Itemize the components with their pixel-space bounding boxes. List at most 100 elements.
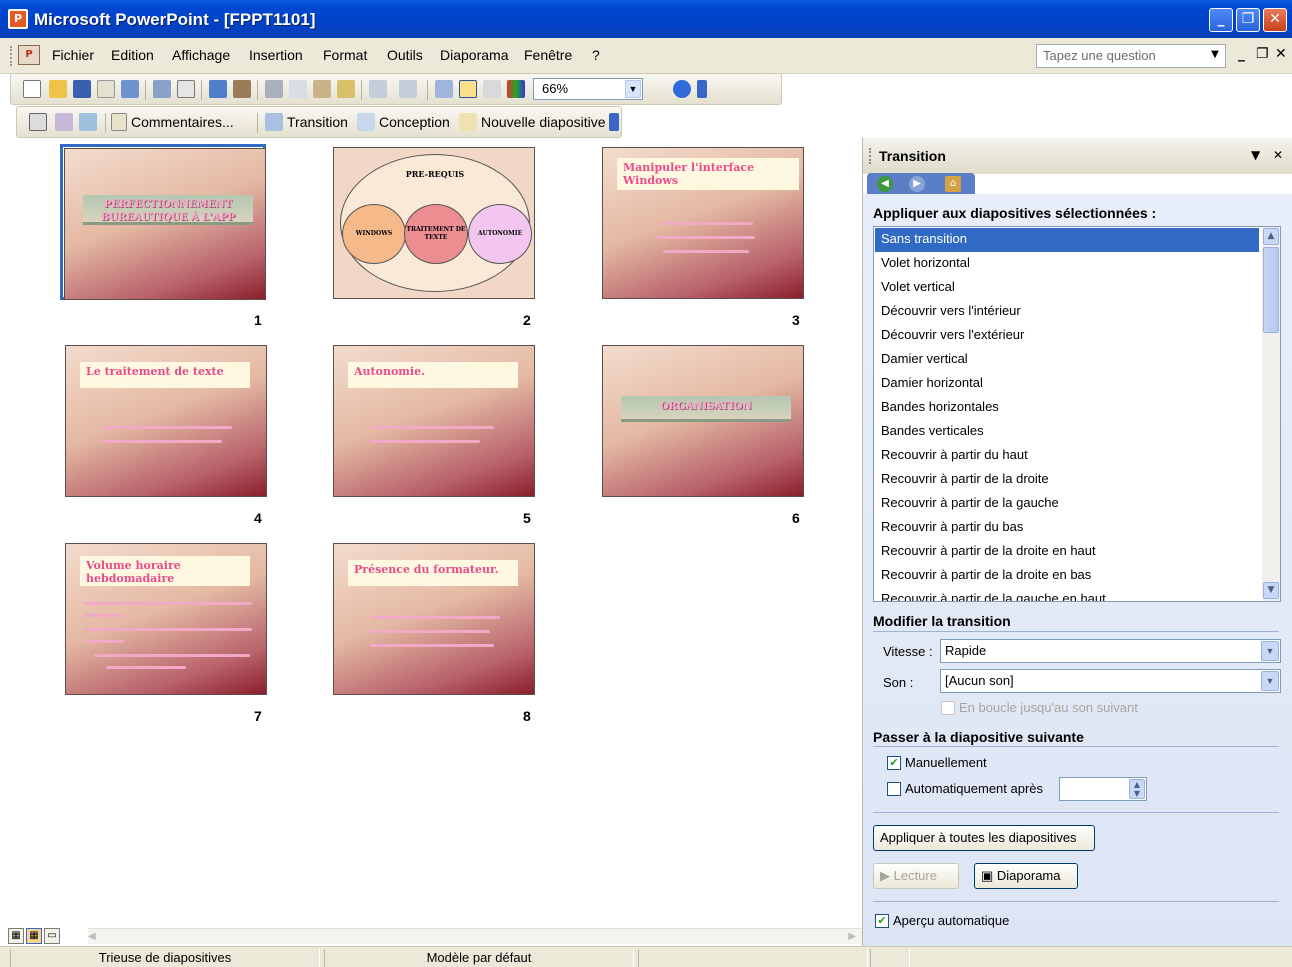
chevron-down-icon[interactable]: ▼ bbox=[1261, 641, 1279, 661]
play-button[interactable]: ▶ Lecture bbox=[873, 863, 959, 889]
scroll-thumb[interactable] bbox=[1263, 247, 1279, 333]
menu-affichage[interactable]: Affichage bbox=[172, 47, 230, 63]
menu-insertion[interactable]: Insertion bbox=[249, 47, 303, 63]
slide-thumbnail-5[interactable]: Autonomie. bbox=[332, 344, 538, 500]
open-icon[interactable] bbox=[49, 80, 67, 98]
color-grayscale-icon[interactable] bbox=[507, 80, 525, 98]
ask-dropdown-icon[interactable]: ▼ bbox=[1208, 47, 1222, 63]
transition-icon[interactable] bbox=[265, 113, 283, 131]
transition-option[interactable]: Damier vertical bbox=[875, 348, 1259, 372]
menu-grip[interactable] bbox=[10, 46, 13, 66]
paste-icon[interactable] bbox=[313, 80, 331, 98]
powerpoint-app-icon[interactable]: P bbox=[8, 9, 28, 29]
horizontal-scrollbar[interactable]: ◀ ▶ bbox=[88, 928, 862, 944]
transition-option[interactable]: Recouvrir à partir de la droite bbox=[875, 468, 1259, 492]
chevron-down-icon[interactable]: ▼ bbox=[1261, 671, 1279, 691]
slide-thumbnail-4[interactable]: Le traitement de texte bbox=[64, 344, 270, 500]
expand-all-icon[interactable] bbox=[435, 80, 453, 98]
preview-checkbox[interactable]: ✔ bbox=[875, 914, 889, 928]
transition-option[interactable]: Bandes verticales bbox=[875, 420, 1259, 444]
transition-option[interactable]: Découvrir vers l'intérieur bbox=[875, 300, 1259, 324]
doc-restore-icon[interactable]: ❐ bbox=[1256, 46, 1269, 62]
scroll-down-icon[interactable]: ▼ bbox=[1263, 582, 1279, 599]
menu-outils[interactable]: Outils bbox=[387, 47, 423, 63]
copy-icon[interactable] bbox=[289, 80, 307, 98]
close-button[interactable]: ✕ bbox=[1263, 8, 1287, 32]
scroll-right-icon[interactable]: ▶ bbox=[848, 931, 856, 942]
slide-thumbnail-3[interactable]: Manipuler l'interface Windows bbox=[601, 146, 807, 302]
back-icon[interactable]: ◀ bbox=[877, 176, 893, 192]
zoom-select[interactable]: 66% ▼ bbox=[533, 78, 643, 100]
format-painter-icon[interactable] bbox=[337, 80, 355, 98]
new-slide-button[interactable]: Nouvelle diapositive bbox=[481, 114, 606, 130]
transition-listbox[interactable]: Sans transition Volet horizontal Volet v… bbox=[873, 226, 1281, 602]
menu-fichier[interactable]: Fichier bbox=[52, 47, 94, 63]
pane-grip[interactable] bbox=[869, 148, 871, 164]
slideshow-view-icon[interactable]: ▭ bbox=[44, 928, 60, 944]
transition-option[interactable]: Recouvrir à partir du haut bbox=[875, 444, 1259, 468]
transition-button[interactable]: Transition bbox=[287, 114, 348, 130]
transition-option[interactable]: Recouvrir à partir de la gauche bbox=[875, 492, 1259, 516]
new-slide-icon[interactable] bbox=[459, 113, 477, 131]
grid-icon[interactable] bbox=[483, 80, 501, 98]
permission-icon[interactable] bbox=[97, 80, 115, 98]
pane-close-icon[interactable]: ✕ bbox=[1273, 148, 1283, 162]
hide-slide-icon[interactable] bbox=[29, 113, 47, 131]
toolbar-options-icon[interactable] bbox=[609, 113, 619, 131]
design-icon[interactable] bbox=[357, 113, 375, 131]
design-button[interactable]: Conception bbox=[379, 114, 450, 130]
document-icon[interactable]: P bbox=[18, 45, 40, 65]
spelling-icon[interactable] bbox=[209, 80, 227, 98]
research-icon[interactable] bbox=[233, 80, 251, 98]
transition-option[interactable]: Recouvrir à partir de la droite en haut bbox=[875, 540, 1259, 564]
slide-thumbnail-6[interactable]: ORGANISATION bbox=[601, 344, 807, 500]
slideshow-button[interactable]: ▣ Diaporama bbox=[974, 863, 1078, 889]
menu-format[interactable]: Format bbox=[323, 47, 367, 63]
chevron-down-icon[interactable]: ▼ bbox=[625, 80, 641, 98]
menu-diaporama[interactable]: Diaporama bbox=[440, 47, 508, 63]
transition-option[interactable]: Sans transition bbox=[875, 228, 1259, 252]
loop-checkbox[interactable] bbox=[941, 701, 955, 715]
transition-option[interactable]: Recouvrir à partir du bas bbox=[875, 516, 1259, 540]
redo-icon[interactable] bbox=[399, 80, 417, 98]
transition-option[interactable]: Volet horizontal bbox=[875, 252, 1259, 276]
transition-option[interactable]: Recouvrir à partir de la droite en bas bbox=[875, 564, 1259, 588]
speed-select[interactable]: Rapide ▼ bbox=[940, 639, 1281, 663]
home-icon[interactable]: ⌂ bbox=[945, 176, 961, 192]
menu-fenetre[interactable]: Fenêtre bbox=[524, 47, 572, 63]
transition-option[interactable]: Volet vertical bbox=[875, 276, 1259, 300]
listbox-scrollbar[interactable]: ▲ ▼ bbox=[1262, 227, 1280, 601]
new-icon[interactable] bbox=[23, 80, 41, 98]
slide-thumbnail-1[interactable]: PERFECTIONNEMENT BUREAUTIQUE À L'APP bbox=[60, 144, 266, 300]
doc-close-icon[interactable]: ✕ bbox=[1275, 46, 1287, 62]
show-formatting-icon[interactable] bbox=[459, 80, 477, 98]
forward-icon[interactable]: ▶ bbox=[909, 176, 925, 192]
transition-option[interactable]: Recouvrir à partir de la gauche en haut bbox=[875, 588, 1259, 601]
slide-thumbnail-2[interactable]: PRE-REQUIS WINDOWS TRAITEMENT DE TEXTE A… bbox=[332, 146, 538, 302]
menu-help[interactable]: ? bbox=[592, 47, 600, 63]
email-icon[interactable] bbox=[121, 80, 139, 98]
summary-slide-icon[interactable] bbox=[79, 113, 97, 131]
toolbar-options-icon[interactable] bbox=[697, 80, 707, 98]
scroll-up-icon[interactable]: ▲ bbox=[1263, 228, 1279, 245]
transition-option[interactable]: Découvrir vers l'extérieur bbox=[875, 324, 1259, 348]
slide-thumbnail-8[interactable]: Présence du formateur. bbox=[332, 542, 538, 698]
comments-button[interactable]: Commentaires... bbox=[131, 114, 234, 130]
auto-time-spinner[interactable]: ▲ ▼ bbox=[1059, 777, 1147, 801]
doc-minimize-icon[interactable]: _ bbox=[1238, 46, 1245, 62]
ask-question-input[interactable]: Tapez une question bbox=[1036, 44, 1226, 68]
slide-thumbnail-7[interactable]: Volume horaire hebdomadaire bbox=[64, 542, 270, 698]
sound-select[interactable]: [Aucun son] ▼ bbox=[940, 669, 1281, 693]
menu-edition[interactable]: Edition bbox=[111, 47, 154, 63]
save-icon[interactable] bbox=[73, 80, 91, 98]
help-icon[interactable] bbox=[673, 80, 691, 98]
slide-sorter-view-icon[interactable]: ▦ bbox=[26, 928, 42, 944]
print-icon[interactable] bbox=[153, 80, 171, 98]
spinner-arrows-icon[interactable]: ▲ ▼ bbox=[1129, 779, 1145, 799]
transition-option[interactable]: Bandes horizontales bbox=[875, 396, 1259, 420]
normal-view-icon[interactable]: ▦ bbox=[8, 928, 24, 944]
cut-icon[interactable] bbox=[265, 80, 283, 98]
restore-button[interactable]: ❐ bbox=[1236, 8, 1260, 32]
transition-option[interactable]: Damier horizontal bbox=[875, 372, 1259, 396]
minimize-button[interactable]: _ bbox=[1209, 8, 1233, 32]
